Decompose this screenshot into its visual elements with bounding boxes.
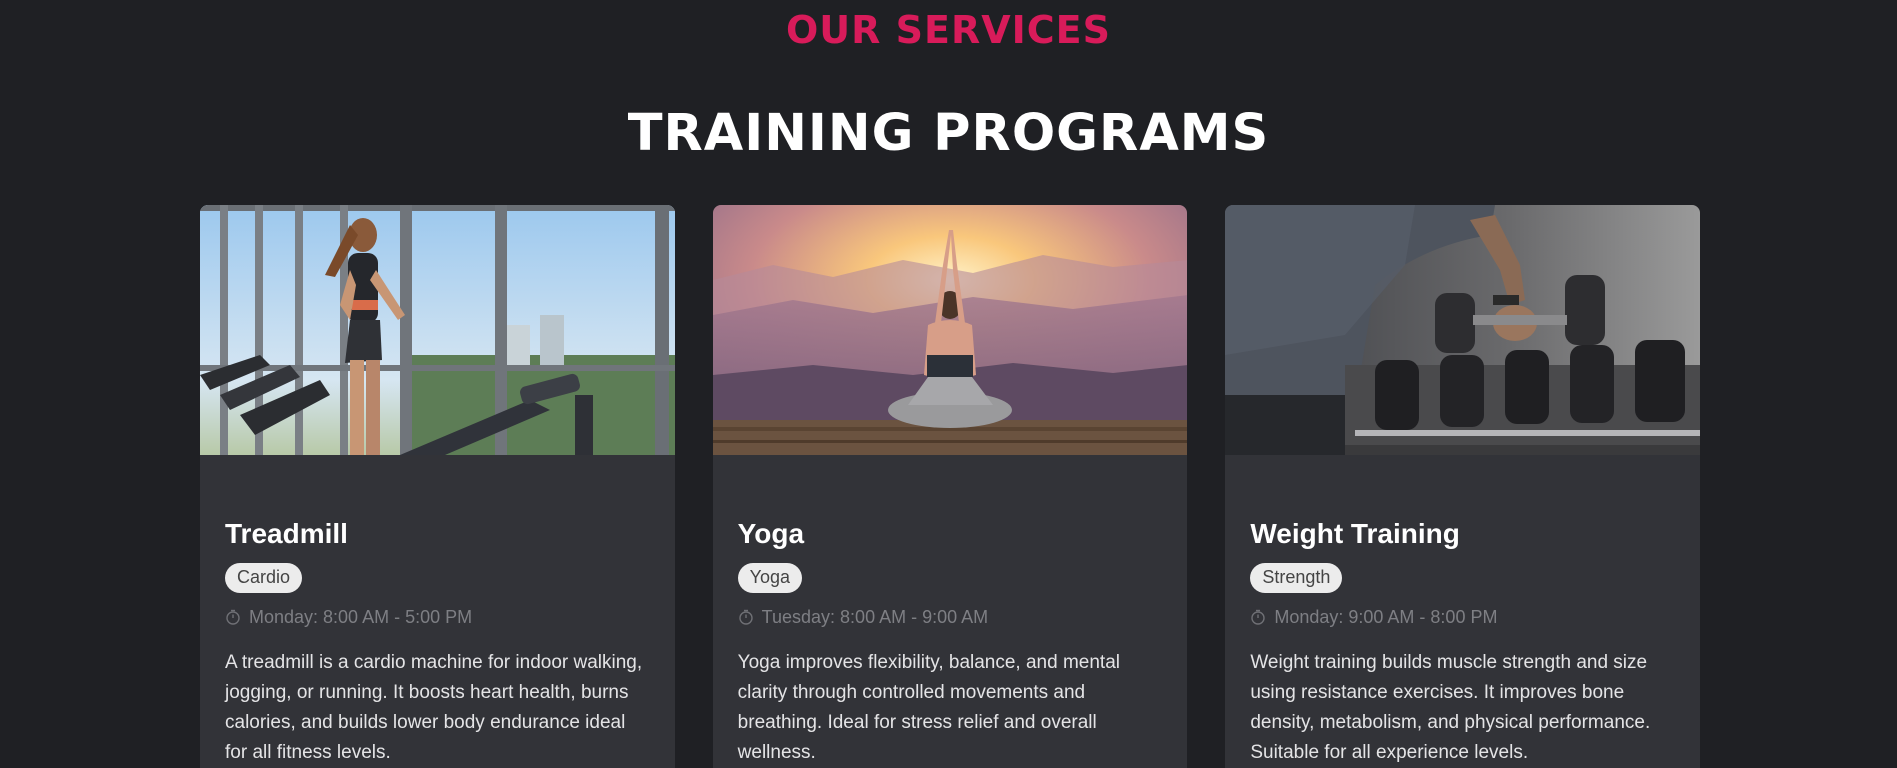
card-title: Treadmill xyxy=(225,518,348,549)
schedule-row: Monday: 9:00 AM - 8:00 PM xyxy=(1250,607,1675,628)
program-card-weight-training[interactable]: Weight Training Strength Monday: 9:00 AM… xyxy=(1225,205,1701,768)
schedule-text: Tuesday: 8:00 AM - 9:00 AM xyxy=(761,606,989,627)
schedule-row: Tuesday: 8:00 AM - 9:00 AM xyxy=(738,607,1163,628)
schedule-text: Monday: 9:00 AM - 8:00 PM xyxy=(1274,606,1498,627)
category-tag: Yoga xyxy=(737,563,803,593)
services-section: OUR SERVICES TRAINING PROGRAMS Treadmill… xyxy=(0,0,1897,768)
yoga-image xyxy=(712,205,1188,455)
section-heading: TRAINING PROGRAMS xyxy=(627,104,1270,163)
card-body: Weight Training Strength Monday: 9:00 AM… xyxy=(1225,455,1700,768)
category-tag: Strength xyxy=(1250,563,1343,593)
program-card-yoga[interactable]: Yoga Yoga Tuesday: 8:00 AM - 9:00 AM Yog… xyxy=(712,205,1188,768)
weight-training-image xyxy=(1225,205,1701,455)
card-description: Yoga improves flexibility, balance, and … xyxy=(737,651,1121,763)
section-eyebrow: OUR SERVICES xyxy=(786,8,1111,52)
card-description: A treadmill is a cardio machine for indo… xyxy=(225,651,643,763)
card-title: Yoga xyxy=(737,518,805,549)
card-description: Weight training builds muscle strength a… xyxy=(1250,651,1651,763)
stopwatch-icon xyxy=(1251,610,1266,625)
stopwatch-icon xyxy=(738,610,753,625)
program-card-treadmill[interactable]: Treadmill Cardio Monday: 8:00 AM - 5:00 … xyxy=(200,205,675,768)
treadmill-image xyxy=(200,205,675,455)
card-body: Treadmill Cardio Monday: 8:00 AM - 5:00 … xyxy=(200,455,675,768)
category-tag: Cardio xyxy=(225,563,303,593)
stopwatch-icon xyxy=(226,610,240,625)
schedule-text: Monday: 8:00 AM - 5:00 PM xyxy=(249,606,473,627)
schedule-row: Monday: 8:00 AM - 5:00 PM xyxy=(225,607,650,628)
card-title: Weight Training xyxy=(1250,518,1460,549)
program-cards: Treadmill Cardio Monday: 8:00 AM - 5:00 … xyxy=(200,205,1701,768)
card-body: Yoga Yoga Tuesday: 8:00 AM - 9:00 AM Yog… xyxy=(713,455,1188,768)
